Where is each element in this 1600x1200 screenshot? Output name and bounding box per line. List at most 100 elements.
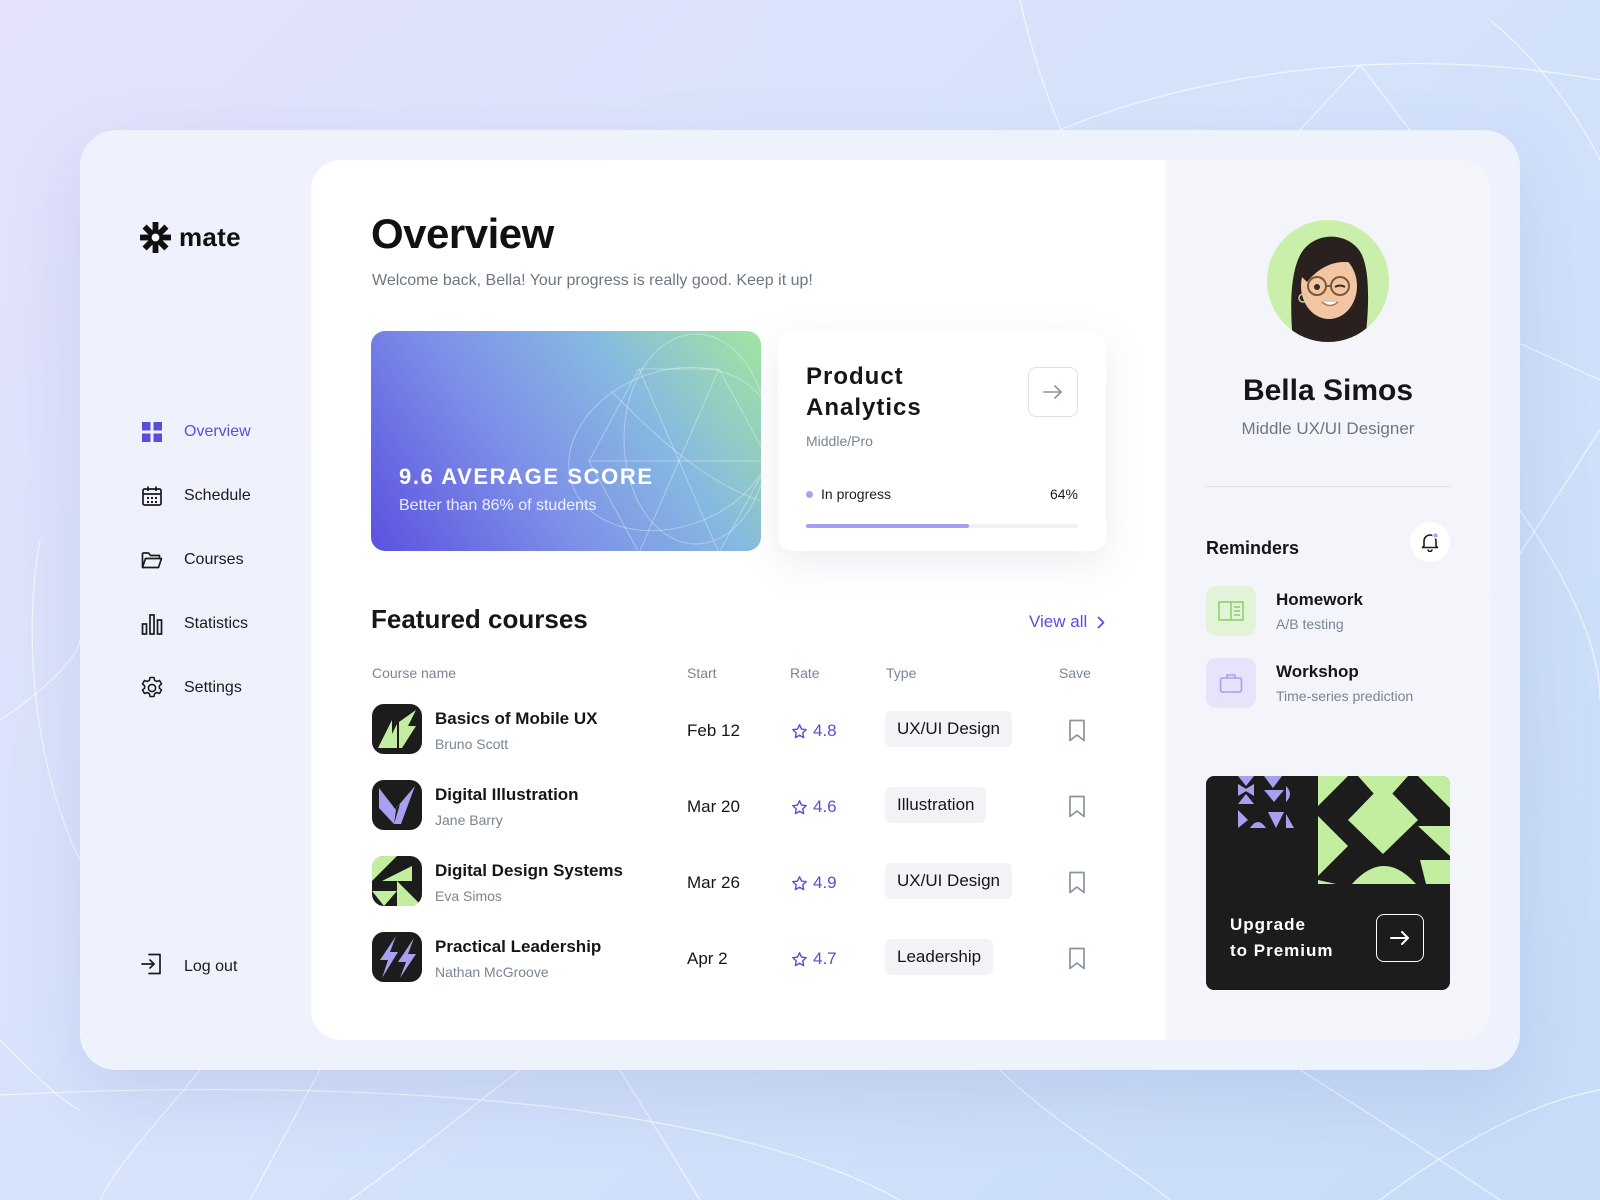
arrow-right-icon	[1043, 385, 1062, 399]
sidebar-item-settings[interactable]: Settings	[140, 656, 251, 720]
upgrade-line-2: to Premium	[1230, 941, 1334, 960]
reminders-title: Reminders	[1206, 538, 1300, 558]
course-start-date: Feb 12	[687, 721, 740, 740]
mate-logo-icon	[140, 222, 171, 253]
course-status: In progress	[806, 486, 891, 502]
chevron-right-icon	[1097, 616, 1105, 628]
course-rating: 4.9	[791, 873, 837, 893]
sidebar-item-courses[interactable]: Courses	[140, 528, 251, 592]
sidebar-item-statistics[interactable]: Statistics	[140, 592, 251, 656]
open-course-button[interactable]	[1028, 367, 1078, 417]
star-icon	[792, 951, 807, 966]
sidebar-item-label: Settings	[184, 679, 242, 696]
course-name: Digital Illustration	[435, 785, 579, 804]
bookmark-button[interactable]	[1065, 793, 1089, 819]
logout-icon	[140, 952, 164, 981]
bookmark-button[interactable]	[1065, 869, 1089, 895]
overview-content: Overview Welcome back, Bella! Your progr…	[311, 160, 1166, 1040]
rating-value: 4.9	[813, 873, 837, 892]
course-name: Basics of Mobile UX	[435, 709, 598, 728]
calendar-icon	[140, 484, 164, 508]
folder-icon	[140, 548, 164, 572]
grid-icon	[140, 420, 164, 444]
briefcase-icon	[1206, 658, 1256, 708]
column-header-type: Type	[886, 665, 917, 681]
table-row[interactable]: Basics of Mobile UX Bruno Scott Feb 12 4…	[371, 703, 1111, 779]
course-name: Practical Leadership	[435, 937, 602, 956]
reminder-item[interactable]: Homework A/B testing	[1206, 586, 1456, 638]
bell-icon	[1421, 532, 1439, 552]
bar-chart-icon	[140, 612, 164, 636]
brand-name: mate	[179, 222, 241, 252]
view-all-link[interactable]: View all	[1029, 612, 1105, 632]
status-dot	[806, 490, 813, 498]
course-thumbnail	[372, 856, 422, 906]
reminder-item[interactable]: Workshop Time-series prediction	[1206, 658, 1456, 710]
rating-value: 4.6	[813, 797, 837, 816]
main-panel: Overview Welcome back, Bella! Your progr…	[311, 160, 1490, 1040]
column-header-start: Start	[687, 665, 717, 681]
upgrade-premium-card[interactable]: Upgrade to Premium	[1206, 776, 1450, 990]
featured-courses-title: Featured courses	[371, 604, 588, 634]
course-author: Eva Simos	[435, 888, 502, 904]
profile-name: Bella Simos	[1242, 374, 1414, 407]
table-row[interactable]: Practical Leadership Nathan McGroove Apr…	[371, 931, 1111, 1007]
notifications-button[interactable]	[1410, 522, 1450, 562]
book-icon	[1206, 586, 1256, 636]
bookmark-button[interactable]	[1065, 717, 1089, 743]
course-rating: 4.7	[791, 949, 837, 969]
column-header-save: Save	[1059, 665, 1091, 681]
course-author: Bruno Scott	[435, 736, 509, 752]
logout-button[interactable]: Log out	[140, 952, 237, 981]
sidebar-item-schedule[interactable]: Schedule	[140, 464, 251, 528]
reminder-title: Workshop	[1276, 662, 1359, 681]
star-icon	[792, 723, 807, 738]
bookmark-button[interactable]	[1065, 945, 1089, 971]
upgrade-button[interactable]	[1376, 914, 1424, 962]
upgrade-line-1: Upgrade	[1230, 915, 1306, 934]
progress-percent: 64%	[1049, 486, 1078, 502]
course-thumbnail	[372, 780, 422, 830]
status-label: In progress	[821, 486, 892, 502]
table-row[interactable]: Digital Design Systems Eva Simos Mar 26 …	[371, 855, 1111, 931]
welcome-message: Welcome back, Bella! Your progress is re…	[372, 272, 813, 289]
course-name: Digital Design Systems	[435, 861, 624, 880]
rating-value: 4.7	[813, 949, 837, 968]
course-type-tag[interactable]: Leadership	[885, 939, 994, 975]
course-type-tag[interactable]: Illustration	[885, 787, 987, 823]
column-header-course-name: Course name	[372, 665, 457, 681]
current-course-card[interactable]: Product Analytics Middle/Pro In progress…	[778, 331, 1106, 551]
average-score-card: 9.6 AVERAGE SCORE Better than 86% of stu…	[371, 331, 761, 551]
course-rating: 4.6	[791, 797, 837, 817]
table-row[interactable]: Digital Illustration Jane Barry Mar 20 4…	[371, 779, 1111, 855]
view-all-label: View all	[1029, 612, 1088, 631]
course-thumbnail	[372, 704, 422, 754]
brand-logo[interactable]: mate	[140, 222, 241, 253]
course-start-date: Mar 20	[687, 797, 740, 816]
star-icon	[792, 799, 807, 814]
page-title: Overview	[371, 210, 554, 257]
star-icon	[792, 875, 807, 890]
course-type-tag[interactable]: UX/UI Design	[885, 711, 1012, 747]
divider	[1206, 486, 1450, 487]
avatar[interactable]	[1267, 220, 1389, 342]
sidebar-nav: Overview Schedule Courses Statistics Set…	[140, 400, 251, 720]
sidebar-item-label: Overview	[184, 423, 251, 440]
sidebar-item-label: Schedule	[184, 487, 251, 504]
profile-role: Middle UX/UI Designer	[1241, 419, 1415, 438]
bookmark-icon	[1069, 795, 1085, 817]
course-author: Nathan McGroove	[435, 964, 549, 980]
course-card-level: Middle/Pro	[806, 433, 873, 449]
progress-bar-fill	[806, 524, 970, 528]
course-type-tag[interactable]: UX/UI Design	[885, 863, 1012, 899]
reminder-subtitle: Time-series prediction	[1276, 688, 1414, 704]
course-start-date: Mar 26	[687, 873, 740, 892]
progress-bar	[806, 524, 1078, 528]
average-score-title: 9.6 AVERAGE SCORE	[399, 464, 654, 489]
gear-icon	[140, 676, 164, 700]
sidebar-item-overview[interactable]: Overview	[140, 400, 251, 464]
logout-label: Log out	[184, 957, 238, 975]
bookmark-icon	[1069, 719, 1085, 741]
column-header-rate: Rate	[790, 665, 820, 681]
average-score-subtitle: Better than 86% of students	[399, 497, 597, 514]
